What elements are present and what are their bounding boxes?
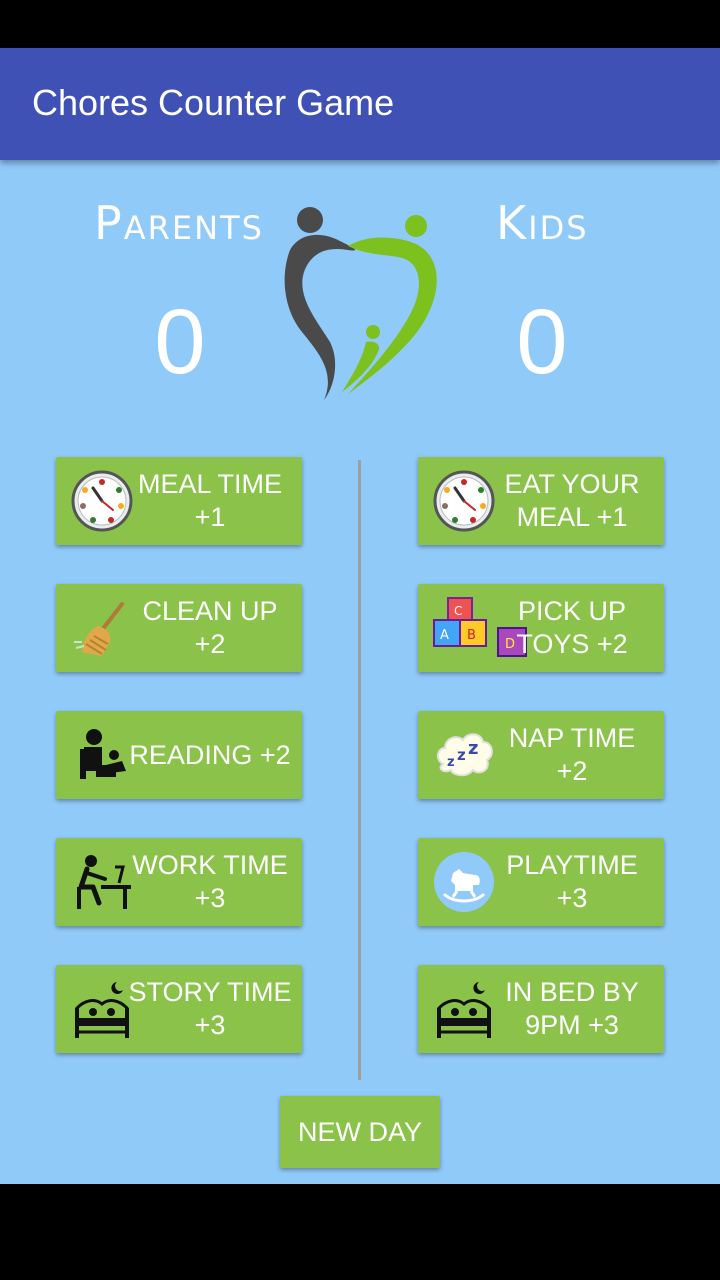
navigation-bar [0,1184,720,1280]
in-bed-by-9pm-button[interactable]: In bed by 9pm +3 [418,965,664,1053]
pick-up-toys-button[interactable]: A B C D Pick up toys +2 [418,584,664,672]
chore-label: Story time +3 [128,977,292,1040]
chore-label: Nap time +2 [508,723,636,786]
kids-team-name: Kids [496,196,589,250]
story-time-button[interactable]: Story time +3 [56,965,302,1053]
nap-time-button[interactable]: z z z Nap time +2 [418,711,664,799]
chore-label: Pick up toys +2 [516,596,628,659]
chore-label: In bed by 9pm +3 [505,977,639,1040]
chore-label: Clean up +2 [142,596,278,659]
chore-label: Meal time +1 [137,469,283,532]
svg-text:C: C [454,604,462,618]
reading-button[interactable]: Reading +2 [56,711,302,799]
rocking-horse-icon [432,850,496,914]
main-content: Parents Kids 0 0 Meal time +1 [0,160,720,1184]
svg-text:z: z [457,746,466,764]
chore-label: Eat your meal +1 [504,469,640,532]
svg-text:B: B [467,628,476,643]
eat-your-meal-button[interactable]: Eat your meal +1 [418,457,664,545]
clock-icon [432,469,496,533]
clock-icon [70,469,134,533]
clean-up-button[interactable]: Clean up +2 [56,584,302,672]
meal-time-button[interactable]: Meal time +1 [56,457,302,545]
app-bar: Chores Counter Game [0,48,720,160]
new-day-button[interactable]: New day [280,1096,440,1168]
kids-score: 0 [516,291,568,393]
app-title: Chores Counter Game [32,82,395,123]
chore-label: Playtime +3 [506,850,638,913]
svg-text:z: z [468,738,478,759]
bed-moon-icon [70,977,134,1041]
bed-moon-icon [432,977,496,1041]
chore-label: Reading +2 [129,739,291,770]
broom-icon [70,596,134,660]
zzz-icon: z z z [432,723,496,787]
reading-icon [70,723,134,787]
work-time-button[interactable]: Work time +3 [56,838,302,926]
parents-team-name: Parents [94,196,264,250]
svg-text:A: A [440,628,449,643]
column-divider [358,460,361,1080]
desk-work-icon [70,850,134,914]
svg-text:z: z [447,755,455,770]
playtime-button[interactable]: Playtime +3 [418,838,664,926]
status-bar [0,0,720,48]
parents-score: 0 [154,291,206,393]
chore-label: Work time +3 [132,850,288,913]
family-logo-icon [284,207,437,400]
